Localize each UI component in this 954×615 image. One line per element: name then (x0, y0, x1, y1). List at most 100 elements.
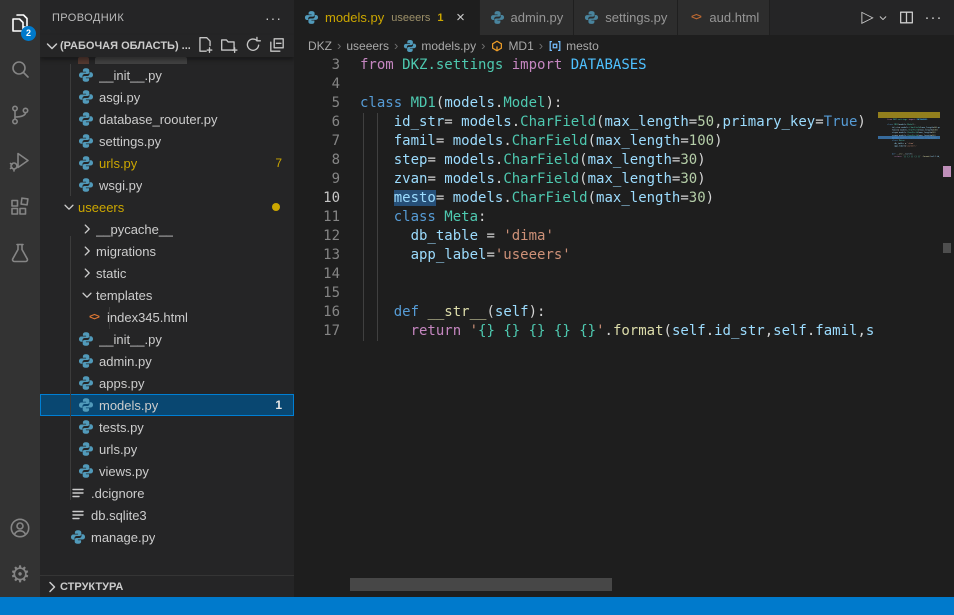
tree-item-migrations[interactable]: migrations (40, 240, 294, 262)
tree-item-wsgi.py[interactable]: wsgi.py (40, 174, 294, 196)
refresh-icon[interactable] (244, 36, 262, 54)
tree-item-templates[interactable]: templates (40, 284, 294, 306)
breadcrumb-item-useeers[interactable]: useeers (346, 39, 389, 53)
list-icon (70, 507, 86, 523)
breadcrumb-separator: › (394, 38, 398, 53)
code-editor[interactable]: 34567891011121314151617 from DKZ.setting… (294, 56, 954, 597)
new-folder-icon[interactable] (220, 36, 238, 54)
clipped-tree-item[interactable] (40, 57, 294, 64)
code-line-10: mesto= models.CharField(max_length=30) (360, 189, 880, 208)
tree-item-apps.py[interactable]: apps.py (40, 372, 294, 394)
extensions-icon (8, 195, 32, 219)
tree-item-database_roouter.py[interactable]: database_roouter.py (40, 108, 294, 130)
code-line-6: id_str= models.CharField(max_length=50,p… (360, 113, 880, 132)
chevron-icon (80, 244, 94, 258)
activity-bar: 2 ⚙ (0, 0, 40, 597)
code-line-17: return '{} {} {} {} {}'.format(self.id_s… (887, 155, 940, 158)
run-button[interactable]: ▷ (859, 9, 888, 26)
tree-item-urls.py[interactable]: urls.py7 (40, 152, 294, 174)
tab-settings.py[interactable]: settings.py (574, 0, 678, 35)
python-icon (78, 375, 94, 391)
activity-settings[interactable]: ⚙ (0, 551, 40, 597)
tree-item-settings.py[interactable]: settings.py (40, 130, 294, 152)
more-actions-icon[interactable]: ··· (265, 10, 282, 26)
code-line-5: class MD1(models.Model): (360, 94, 880, 113)
code-line-11: class Meta: (360, 208, 880, 227)
tree-item-__init__.py[interactable]: __init__.py (40, 328, 294, 350)
tree-item-tests.py[interactable]: tests.py (40, 416, 294, 438)
breadcrumb-item-DKZ[interactable]: DKZ (308, 39, 332, 53)
collapse-all-icon[interactable] (268, 36, 286, 54)
code-line-9: zvan= models.CharField(max_length=30) (360, 170, 880, 189)
breadcrumb-item-MD1[interactable]: MD1 (490, 39, 533, 53)
tab-aud.html[interactable]: <>aud.html (678, 0, 770, 35)
activity-search[interactable] (0, 46, 40, 92)
explorer-actions (190, 36, 286, 57)
split-editor-button[interactable] (898, 9, 915, 26)
tree-item-static[interactable]: static (40, 262, 294, 284)
minimap-warning-band (878, 112, 940, 118)
horizontal-scrollbar[interactable] (350, 578, 612, 591)
tree-item-views.py[interactable]: views.py (40, 460, 294, 482)
new-file-icon[interactable] (196, 36, 214, 54)
overview-ruler[interactable] (940, 0, 954, 597)
tree-item-__init__.py[interactable]: __init__.py (40, 64, 294, 86)
tree-item-label: settings.py (99, 134, 161, 149)
python-icon (584, 10, 599, 25)
explorer-sidebar: ПРОВОДНИК ··· (РАБОЧАЯ ОБЛАСТЬ) ... __in… (40, 0, 294, 597)
tree-item-__pycache__[interactable]: __pycache__ (40, 218, 294, 240)
tree-item-label: .dcignore (91, 486, 144, 501)
python-icon (78, 331, 94, 347)
code-line-17: return '{} {} {} {} {}'.format(self.id_s… (360, 322, 880, 341)
python-icon (78, 441, 94, 457)
tree-item-models.py[interactable]: models.py1 (40, 394, 294, 416)
code-line-7: famil= models.CharField(max_length=100) (360, 132, 880, 151)
activity-bar-top: 2 (0, 0, 40, 276)
tree-item-label: urls.py (99, 156, 137, 171)
sidebar-title-row: ПРОВОДНИК ··· (40, 0, 294, 35)
tree-item-.dcignore[interactable]: .dcignore (40, 482, 294, 504)
python-icon (78, 89, 94, 105)
line-number: 7 (294, 132, 340, 151)
workspace-section-header[interactable]: (РАБОЧАЯ ОБЛАСТЬ) ... (40, 35, 294, 57)
tree-item-urls.py[interactable]: urls.py (40, 438, 294, 460)
tab-description: useeers (391, 12, 430, 24)
breadcrumb-label: useeers (346, 39, 389, 53)
tree-item-label: index345.html (107, 310, 188, 325)
tab-label: admin.py (511, 10, 564, 25)
ruler-marker (943, 243, 951, 253)
tree-item-manage.py[interactable]: manage.py (40, 526, 294, 548)
activity-account[interactable] (0, 505, 40, 551)
tree-item-admin.py[interactable]: admin.py (40, 350, 294, 372)
outline-section-label: СТРУКТУРА (60, 581, 123, 593)
indent-guide (377, 113, 378, 341)
tree-item-db.sqlite3[interactable]: db.sqlite3 (40, 504, 294, 526)
status-bar (0, 597, 954, 615)
close-icon[interactable]: × (453, 10, 469, 26)
tree-item-useeers[interactable]: useeers (40, 196, 294, 218)
chevron-icon (80, 222, 94, 236)
activity-explorer[interactable]: 2 (0, 0, 40, 46)
outline-section-header[interactable]: СТРУКТУРА (40, 575, 294, 597)
activity-source-control[interactable] (0, 92, 40, 138)
activity-extensions[interactable] (0, 184, 40, 230)
breadcrumb-item-models.py[interactable]: models.py (403, 39, 476, 53)
html-icon: <> (688, 10, 703, 25)
activity-run-debug[interactable] (0, 138, 40, 184)
tab-models.py[interactable]: models.pyuseeers1× (294, 0, 480, 35)
breadcrumb-item-mesto[interactable]: mesto (548, 39, 599, 53)
tree-item-asgi.py[interactable]: asgi.py (40, 86, 294, 108)
problems-badge: 1 (275, 398, 282, 412)
tab-admin.py[interactable]: admin.py (480, 0, 575, 35)
vscode-window: 2 ⚙ ПРОВОДНИК ··· (РАБОЧАЯ ОБЛАСТЬ) ... … (0, 0, 954, 615)
tab-label: models.py (325, 10, 384, 25)
tree-item-label: urls.py (99, 442, 137, 457)
activity-testing[interactable] (0, 230, 40, 276)
minimap[interactable]: from DKZ.settings import DATABASES class… (878, 112, 940, 597)
line-number: 3 (294, 56, 340, 75)
tree-item-index345.html[interactable]: <>index345.html (40, 306, 294, 328)
tree-indent-guide (70, 236, 71, 500)
list-icon (70, 485, 86, 501)
ruler-marker (943, 166, 951, 177)
chevron-icon (80, 266, 94, 280)
